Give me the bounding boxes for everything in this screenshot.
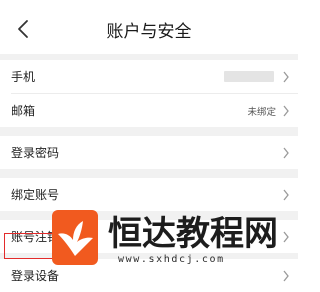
chevron-right-icon (283, 105, 289, 116)
section-divider (0, 169, 298, 178)
top-bar: 账户与安全 (0, 0, 298, 56)
email-label: 邮箱 (11, 104, 36, 118)
chevron-right-icon (283, 270, 289, 281)
password-label: 登录密码 (11, 146, 60, 160)
phone-label: 手机 (11, 70, 36, 84)
email-status: 未绑定 (247, 106, 276, 118)
chevron-right-icon (283, 189, 289, 200)
highlight-box (4, 233, 58, 259)
whale-tail-logo-icon (52, 210, 98, 265)
bind-account-label: 绑定账号 (11, 188, 60, 202)
page-title: 账户与安全 (106, 22, 192, 42)
chevron-right-icon (283, 231, 289, 242)
settings-item-password[interactable]: 登录密码 (0, 136, 298, 169)
section-divider (0, 127, 298, 136)
settings-item-phone[interactable]: 手机 (0, 60, 298, 93)
settings-item-email[interactable]: 邮箱 未绑定 (0, 94, 298, 127)
chevron-right-icon (283, 71, 289, 82)
login-devices-label: 登录设备 (11, 269, 60, 283)
chevron-right-icon (283, 147, 289, 158)
watermark-brand: 恒达教程网 (108, 214, 278, 254)
watermark-url: www.sxhdcj.com (118, 254, 225, 265)
masked-phone-number (224, 71, 274, 82)
